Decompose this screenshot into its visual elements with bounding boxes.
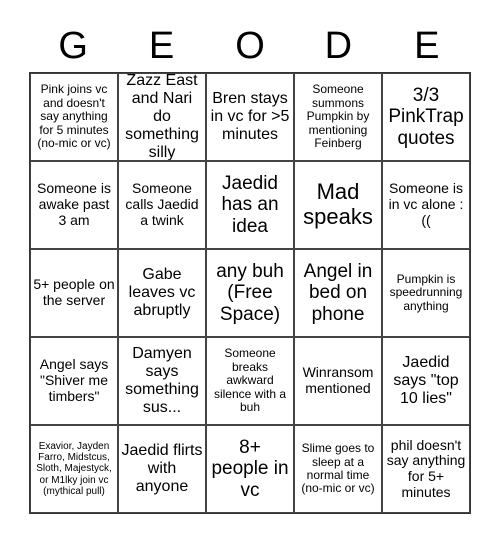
- bingo-cell[interactable]: 3/3 PinkTrap quotes: [382, 73, 470, 161]
- bingo-cell[interactable]: 8+ people in vc: [206, 425, 294, 513]
- cell-text: Winransom mentioned: [302, 364, 374, 396]
- bingo-cell[interactable]: Angel in bed on phone: [294, 249, 382, 337]
- cell-text: Angel in bed on phone: [303, 261, 373, 325]
- bingo-cell[interactable]: Slime goes to sleep at a normal time (no…: [294, 425, 382, 513]
- bingo-cell[interactable]: Someone is in vc alone :((: [382, 161, 470, 249]
- bingo-cell[interactable]: Gabe leaves vc abruptly: [118, 249, 206, 337]
- bingo-cell[interactable]: Someone summons Pumpkin by mentioning Fe…: [294, 73, 382, 161]
- cell-text: Zazz East and Nari do something silly: [125, 73, 199, 161]
- bingo-cell[interactable]: Bren stays in vc for >5 minutes: [206, 73, 294, 161]
- cell-text: Someone is awake past 3 am: [37, 180, 111, 228]
- bingo-cell[interactable]: Someone breaks awkward silence with a bu…: [206, 337, 294, 425]
- header-letter-d: D: [324, 25, 353, 67]
- bingo-cell[interactable]: Zazz East and Nari do something silly: [118, 73, 206, 161]
- bingo-cell[interactable]: Winransom mentioned: [294, 337, 382, 425]
- cell-text: Jaedid says "top 10 lies": [393, 354, 459, 407]
- cell-text: Bren stays in vc for >5 minutes: [210, 90, 290, 143]
- cell-text: 8+ people in vc: [211, 437, 289, 501]
- header-letter-e2: E: [414, 25, 440, 67]
- bingo-cell[interactable]: Jaedid has an idea: [206, 161, 294, 249]
- bingo-cell[interactable]: phil doesn't say anything for 5+ minutes: [382, 425, 470, 513]
- cell-text: Pink joins vc and doesn't say anything f…: [37, 82, 111, 151]
- cell-text: Someone calls Jaedid a twink: [125, 180, 199, 228]
- cell-text: Someone is in vc alone :((: [388, 180, 464, 228]
- bingo-cell[interactable]: 5+ people on the server: [30, 249, 118, 337]
- cell-text: Slime goes to sleep at a normal time (no…: [301, 441, 375, 496]
- bingo-header: G E O D E: [29, 20, 471, 72]
- cell-text: Someone breaks awkward silence with a bu…: [213, 346, 287, 415]
- cell-text: 5+ people on the server: [33, 276, 115, 308]
- bingo-cell[interactable]: Jaedid flirts with anyone: [118, 425, 206, 513]
- cell-text: phil doesn't say anything for 5+ minutes: [386, 436, 466, 500]
- cell-text: Exavior, Jayden Farro, Midstcus, Sloth, …: [36, 441, 112, 497]
- cell-text: Damyen says something sus...: [125, 345, 199, 416]
- cell-text: Angel says "Shiver me timbers": [39, 356, 109, 404]
- cell-text: Mad speaks: [303, 179, 373, 229]
- bingo-cell[interactable]: Pink joins vc and doesn't say anything f…: [30, 73, 118, 161]
- cell-text: Someone summons Pumpkin by mentioning Fe…: [306, 82, 370, 151]
- bingo-cell[interactable]: Someone calls Jaedid a twink: [118, 161, 206, 249]
- bingo-cell[interactable]: Someone is awake past 3 am: [30, 161, 118, 249]
- cell-text: 3/3 PinkTrap quotes: [388, 85, 464, 149]
- bingo-board: Pink joins vc and doesn't say anything f…: [29, 72, 471, 514]
- header-letter-o: O: [235, 25, 265, 67]
- bingo-cell[interactable]: Pumpkin is speedrunning anything: [382, 249, 470, 337]
- cell-text: Pumpkin is speedrunning anything: [389, 271, 463, 313]
- bingo-cell[interactable]: Damyen says something sus...: [118, 337, 206, 425]
- bingo-cell[interactable]: Angel says "Shiver me timbers": [30, 337, 118, 425]
- cell-text: Gabe leaves vc abruptly: [128, 266, 196, 319]
- header-letter-g: G: [58, 25, 88, 67]
- bingo-cell[interactable]: Exavior, Jayden Farro, Midstcus, Sloth, …: [30, 425, 118, 513]
- cell-text: Jaedid has an idea: [221, 173, 279, 237]
- cell-text: any buh (Free Space): [216, 261, 284, 325]
- header-letter-e: E: [148, 25, 175, 67]
- bingo-cell-free-space[interactable]: any buh (Free Space): [206, 249, 294, 337]
- cell-text: Jaedid flirts with anyone: [121, 442, 203, 495]
- bingo-cell[interactable]: Mad speaks: [294, 161, 382, 249]
- bingo-cell[interactable]: Jaedid says "top 10 lies": [382, 337, 470, 425]
